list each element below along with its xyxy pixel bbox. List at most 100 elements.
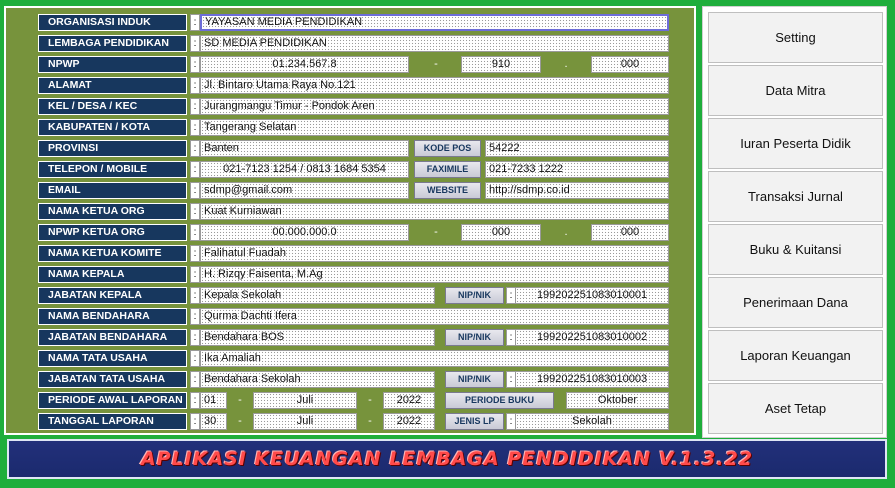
colon: : [190, 98, 200, 115]
label-nama-ketua-org: NAMA KETUA ORG [38, 203, 187, 220]
jenis-lp-label: JENIS LP [445, 413, 504, 430]
dot-separator: . [564, 58, 568, 70]
nip-kepala-field[interactable]: 199202251083010001 [515, 287, 669, 304]
npwp-ketua-part2-field[interactable]: 000 [461, 224, 541, 241]
label-provinsi: PROVINSI [38, 140, 187, 157]
dash-separator: - [434, 226, 438, 238]
label-nama-tata-usaha: NAMA TATA USAHA [38, 350, 187, 367]
faximile-field[interactable]: 021-7233 1222 [485, 161, 669, 178]
kodepos-field[interactable]: 54222 [485, 140, 669, 157]
dash-separator: - [238, 394, 242, 406]
tanggal-laporan-day-field[interactable]: 30 [200, 413, 227, 430]
kodepos-label: KODE POS [414, 140, 481, 157]
jabatan-tata-usaha-field[interactable]: Bendahara Sekolah [200, 371, 435, 388]
colon: : [190, 77, 200, 94]
colon: : [190, 140, 200, 157]
label-alamat: ALAMAT [38, 77, 187, 94]
colon: : [190, 56, 200, 73]
npwp-part2-field[interactable]: 910 [461, 56, 541, 73]
label-nama-kepala: NAMA KEPALA [38, 266, 187, 283]
colon: : [190, 224, 200, 241]
label-kabupaten-kota: KABUPATEN / KOTA [38, 119, 187, 136]
dash-separator: - [238, 415, 242, 427]
alamat-field[interactable]: Jl. Bintaro Utama Raya No.121 [200, 77, 669, 94]
menu-setting-button[interactable]: Setting [708, 12, 883, 63]
colon: : [190, 161, 200, 178]
label-lembaga-pendidikan: LEMBAGA PENDIDIKAN [38, 35, 187, 52]
jabatan-kepala-field[interactable]: Kepala Sekolah [200, 287, 435, 304]
menu-transaksi-jurnal-button[interactable]: Transaksi Jurnal [708, 171, 883, 222]
nip-bendahara-field[interactable]: 199202251083010002 [515, 329, 669, 346]
colon: : [190, 245, 200, 262]
colon: : [190, 329, 200, 346]
jabatan-bendahara-field[interactable]: Bendahara BOS [200, 329, 435, 346]
label-npwp: NPWP [38, 56, 187, 73]
dash-separator: - [368, 394, 372, 406]
side-menu: Setting Data Mitra Iuran Peserta Didik T… [702, 6, 887, 438]
nama-ketua-komite-field[interactable]: Falihatul Fuadah [200, 245, 669, 262]
menu-laporan-keuangan-button[interactable]: Laporan Keuangan [708, 330, 883, 381]
npwp-ketua-part1-field[interactable]: 00.000.000.0 [200, 224, 409, 241]
npwp-part1-field[interactable]: 01.234.567.8 [200, 56, 409, 73]
label-jabatan-bendahara: JABATAN BENDAHARA [38, 329, 187, 346]
menu-data-mitra-button[interactable]: Data Mitra [708, 65, 883, 116]
colon: : [190, 119, 200, 136]
label-kel-desa-kec: KEL / DESA / KEC [38, 98, 187, 115]
periode-buku-field[interactable]: Oktober [566, 392, 669, 409]
colon: : [190, 203, 200, 220]
label-nama-bendahara: NAMA BENDAHARA [38, 308, 187, 325]
app-title: APLIKASI KEUANGAN LEMBAGA PENDIDIKAN V.1… [140, 448, 754, 470]
menu-iuran-peserta-didik-button[interactable]: Iuran Peserta Didik [708, 118, 883, 169]
email-field[interactable]: sdmp@gmail.com [200, 182, 409, 199]
label-jabatan-tata-usaha: JABATAN TATA USAHA [38, 371, 187, 388]
periode-awal-month-field[interactable]: Juli [253, 392, 357, 409]
nip-tata-usaha-field[interactable]: 199202251083010003 [515, 371, 669, 388]
faximile-label: FAXIMILE [414, 161, 481, 178]
jenis-lp-field[interactable]: Sekolah [515, 413, 669, 430]
nama-tata-usaha-field[interactable]: Ika Amaliah [200, 350, 669, 367]
menu-aset-tetap-button[interactable]: Aset Tetap [708, 383, 883, 434]
colon: : [190, 350, 200, 367]
label-npwp-ketua-org: NPWP KETUA ORG [38, 224, 187, 241]
kel-desa-kec-field[interactable]: Jurangmangu Timur - Pondok Aren [200, 98, 669, 115]
nama-ketua-org-field[interactable]: Kuat Kurniawan [200, 203, 669, 220]
colon: : [190, 287, 200, 304]
periode-awal-year-field[interactable]: 2022 [383, 392, 435, 409]
telepon-field[interactable]: 021-7123 1254 / 0813 1684 5354 [200, 161, 409, 178]
menu-buku-kuitansi-button[interactable]: Buku & Kuitansi [708, 224, 883, 275]
colon: : [190, 308, 200, 325]
nama-kepala-field[interactable]: H. Rizqy Faisenta, M.Ag [200, 266, 669, 283]
periode-buku-label: PERIODE BUKU [445, 392, 554, 409]
dash-separator: - [434, 58, 438, 70]
npwp-ketua-part3-field[interactable]: 000 [591, 224, 669, 241]
lembaga-pendidikan-field[interactable]: SD MEDIA PENDIDIKAN [200, 35, 669, 52]
colon: : [190, 35, 200, 52]
website-label: WEBSITE [414, 182, 481, 199]
colon: : [190, 413, 200, 430]
kabupaten-kota-field[interactable]: Tangerang Selatan [200, 119, 669, 136]
label-organisasi-induk: ORGANISASI INDUK [38, 14, 187, 31]
label-tanggal-laporan: TANGGAL LAPORAN [38, 413, 187, 430]
tanggal-laporan-month-field[interactable]: Juli [253, 413, 357, 430]
website-field[interactable]: http://sdmp.co.id [485, 182, 669, 199]
label-periode-awal: PERIODE AWAL LAPORAN [38, 392, 187, 409]
app-banner: APLIKASI KEUANGAN LEMBAGA PENDIDIKAN V.1… [7, 439, 887, 479]
dot-separator: . [564, 226, 568, 238]
dash-separator: - [368, 415, 372, 427]
colon: : [190, 371, 200, 388]
provinsi-field[interactable]: Banten [200, 140, 409, 157]
colon: : [190, 14, 200, 31]
menu-penerimaan-dana-button[interactable]: Penerimaan Dana [708, 277, 883, 328]
label-jabatan-kepala: JABATAN KEPALA [38, 287, 187, 304]
nip-kepala-label: NIP/NIK [445, 287, 504, 304]
colon: : [190, 182, 200, 199]
npwp-part3-field[interactable]: 000 [591, 56, 669, 73]
label-telepon: TELEPON / MOBILE [38, 161, 187, 178]
colon: : [190, 392, 200, 409]
nama-bendahara-field[interactable]: Qurma Dachti Ifera [200, 308, 669, 325]
organisasi-induk-field[interactable]: YAYASAN MEDIA PENDIDIKAN [200, 14, 669, 31]
label-email: EMAIL [38, 182, 187, 199]
periode-awal-day-field[interactable]: 01 [200, 392, 227, 409]
nip-tata-usaha-label: NIP/NIK [445, 371, 504, 388]
tanggal-laporan-year-field[interactable]: 2022 [383, 413, 435, 430]
